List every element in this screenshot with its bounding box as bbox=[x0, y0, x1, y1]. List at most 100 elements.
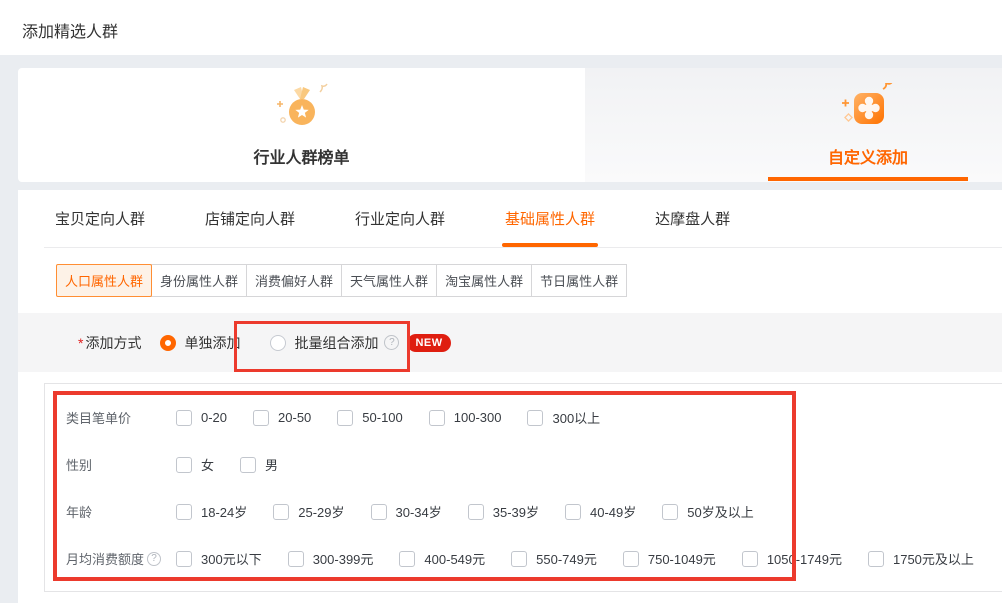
radio-option-batch-add[interactable]: 批量组合添加 ? NEW bbox=[270, 333, 450, 353]
checkbox[interactable] bbox=[371, 504, 387, 520]
checkbox[interactable] bbox=[176, 551, 192, 567]
tab-item-active[interactable]: 基础属性人群 bbox=[505, 190, 595, 247]
filter-row-label: 性别 bbox=[66, 455, 176, 474]
checkbox-label: 50-100 bbox=[362, 410, 402, 425]
checkbox[interactable] bbox=[337, 410, 353, 426]
required-asterisk: * bbox=[78, 335, 83, 351]
checkbox-label: 35-39岁 bbox=[493, 502, 539, 521]
checkbox[interactable] bbox=[662, 504, 678, 520]
checkbox[interactable] bbox=[511, 551, 527, 567]
subtab-button[interactable]: 节日属性人群 bbox=[531, 264, 627, 297]
filters-panel: 类目笔单价 0-20 20-50 50-100 100-300 300以上 性别… bbox=[44, 383, 1002, 592]
page: 添加精选人群 行业人群榜单 bbox=[0, 0, 1002, 603]
tab-item[interactable]: 店铺定向人群 bbox=[205, 190, 295, 247]
crowd-type-tabs: 宝贝定向人群 店铺定向人群 行业定向人群 基础属性人群 达摩盘人群 bbox=[18, 190, 1002, 247]
tab-label: 基础属性人群 bbox=[505, 208, 595, 229]
checkbox-label: 550-749元 bbox=[536, 549, 597, 568]
checkbox[interactable] bbox=[468, 504, 484, 520]
add-mode-label: 添加方式 bbox=[85, 333, 141, 353]
checkbox[interactable] bbox=[565, 504, 581, 520]
checkbox-label: 25-29岁 bbox=[298, 502, 344, 521]
checkbox[interactable] bbox=[273, 504, 289, 520]
checkbox-option[interactable]: 50岁及以上 bbox=[662, 502, 753, 521]
mode-tab-label: 行业人群榜单 bbox=[253, 144, 349, 168]
checkbox-option[interactable]: 0-20 bbox=[176, 410, 227, 426]
tab-item[interactable]: 行业定向人群 bbox=[355, 190, 445, 247]
tab-label: 达摩盘人群 bbox=[655, 208, 730, 229]
checkbox-label: 1750元及以上 bbox=[893, 549, 974, 568]
medal-icon bbox=[270, 83, 334, 140]
subtab-button[interactable]: 天气属性人群 bbox=[341, 264, 437, 297]
checkbox-option[interactable]: 20-50 bbox=[253, 410, 311, 426]
checkbox[interactable] bbox=[176, 504, 192, 520]
add-mode-row: * 添加方式 单独添加 批量组合添加 ? NEW bbox=[18, 313, 1002, 372]
options-group: 女 男 bbox=[176, 455, 304, 474]
checkbox[interactable] bbox=[176, 410, 192, 426]
checkbox[interactable] bbox=[623, 551, 639, 567]
subtab-button[interactable]: 淘宝属性人群 bbox=[436, 264, 532, 297]
filter-row-monthly-spend: 月均消费额度 ? 300元以下 300-399元 400-549元 550-74… bbox=[45, 535, 1002, 582]
checkbox-label: 750-1049元 bbox=[648, 549, 716, 568]
filter-row-label: 年龄 bbox=[66, 502, 176, 521]
subtab-button-active[interactable]: 人口属性人群 bbox=[56, 264, 152, 297]
page-title: 添加精选人群 bbox=[22, 18, 118, 42]
tab-item[interactable]: 达摩盘人群 bbox=[655, 190, 730, 247]
checkbox-option[interactable]: 550-749元 bbox=[511, 549, 597, 568]
checkbox-option[interactable]: 300-399元 bbox=[288, 549, 374, 568]
checkbox-option[interactable]: 30-34岁 bbox=[371, 502, 442, 521]
mode-selector-card: 行业人群榜单 bbox=[18, 68, 1002, 182]
checkbox-option[interactable]: 1050-1749元 bbox=[742, 549, 842, 568]
help-icon[interactable]: ? bbox=[384, 335, 399, 350]
checkbox-label: 女 bbox=[201, 455, 214, 474]
checkbox-option[interactable]: 男 bbox=[240, 455, 278, 474]
active-tab-underline bbox=[768, 177, 968, 181]
tabs-divider bbox=[44, 247, 1002, 248]
checkbox[interactable] bbox=[429, 410, 445, 426]
checkbox-option[interactable]: 35-39岁 bbox=[468, 502, 539, 521]
checkbox-option[interactable]: 300元以下 bbox=[176, 549, 262, 568]
checkbox[interactable] bbox=[176, 457, 192, 473]
checkbox-option[interactable]: 100-300 bbox=[429, 410, 502, 426]
help-icon[interactable]: ? bbox=[147, 552, 161, 566]
checkbox-label: 30-34岁 bbox=[396, 502, 442, 521]
mode-tab-custom-add[interactable]: 自定义添加 bbox=[585, 68, 1002, 182]
radio-button-selected[interactable] bbox=[160, 335, 176, 351]
checkbox-label: 男 bbox=[265, 455, 278, 474]
checkbox[interactable] bbox=[868, 551, 884, 567]
checkbox-option[interactable]: 40-49岁 bbox=[565, 502, 636, 521]
filter-row-gender: 性别 女 男 bbox=[45, 441, 1002, 488]
checkbox-option[interactable]: 18-24岁 bbox=[176, 502, 247, 521]
checkbox-option[interactable]: 50-100 bbox=[337, 410, 402, 426]
subtab-button[interactable]: 消费偏好人群 bbox=[246, 264, 342, 297]
mode-tab-industry-ranking[interactable]: 行业人群榜单 bbox=[18, 68, 585, 182]
checkbox-label: 18-24岁 bbox=[201, 502, 247, 521]
checkbox[interactable] bbox=[527, 410, 543, 426]
tab-label: 宝贝定向人群 bbox=[55, 208, 145, 229]
options-group: 300元以下 300-399元 400-549元 550-749元 750-10… bbox=[176, 549, 1000, 568]
checkbox[interactable] bbox=[399, 551, 415, 567]
checkbox-option[interactable]: 25-29岁 bbox=[273, 502, 344, 521]
subtab-button[interactable]: 身份属性人群 bbox=[151, 264, 247, 297]
checkbox[interactable] bbox=[742, 551, 758, 567]
radio-label: 单独添加 bbox=[184, 333, 240, 353]
checkbox-option[interactable]: 女 bbox=[176, 455, 214, 474]
mode-tab-label: 自定义添加 bbox=[828, 144, 908, 168]
checkbox[interactable] bbox=[288, 551, 304, 567]
checkbox-option[interactable]: 300以上 bbox=[527, 408, 600, 427]
checkbox-option[interactable]: 750-1049元 bbox=[623, 549, 716, 568]
radio-button-unselected[interactable] bbox=[270, 335, 286, 351]
tab-item[interactable]: 宝贝定向人群 bbox=[55, 190, 145, 247]
checkbox[interactable] bbox=[253, 410, 269, 426]
page-header: 添加精选人群 bbox=[0, 0, 1002, 55]
checkbox-option[interactable]: 400-549元 bbox=[399, 549, 485, 568]
checkbox-label: 400-549元 bbox=[424, 549, 485, 568]
filter-row-label: 月均消费额度 ? bbox=[66, 549, 176, 568]
puzzle-icon bbox=[836, 83, 900, 140]
checkbox-label: 50岁及以上 bbox=[687, 502, 753, 521]
options-group: 18-24岁 25-29岁 30-34岁 35-39岁 40-49岁 50岁及以… bbox=[176, 502, 780, 521]
checkbox-label: 40-49岁 bbox=[590, 502, 636, 521]
checkbox-option[interactable]: 1750元及以上 bbox=[868, 549, 974, 568]
radio-option-single-add[interactable]: 单独添加 bbox=[160, 333, 240, 353]
checkbox[interactable] bbox=[240, 457, 256, 473]
filter-row-label: 类目笔单价 bbox=[66, 408, 176, 427]
